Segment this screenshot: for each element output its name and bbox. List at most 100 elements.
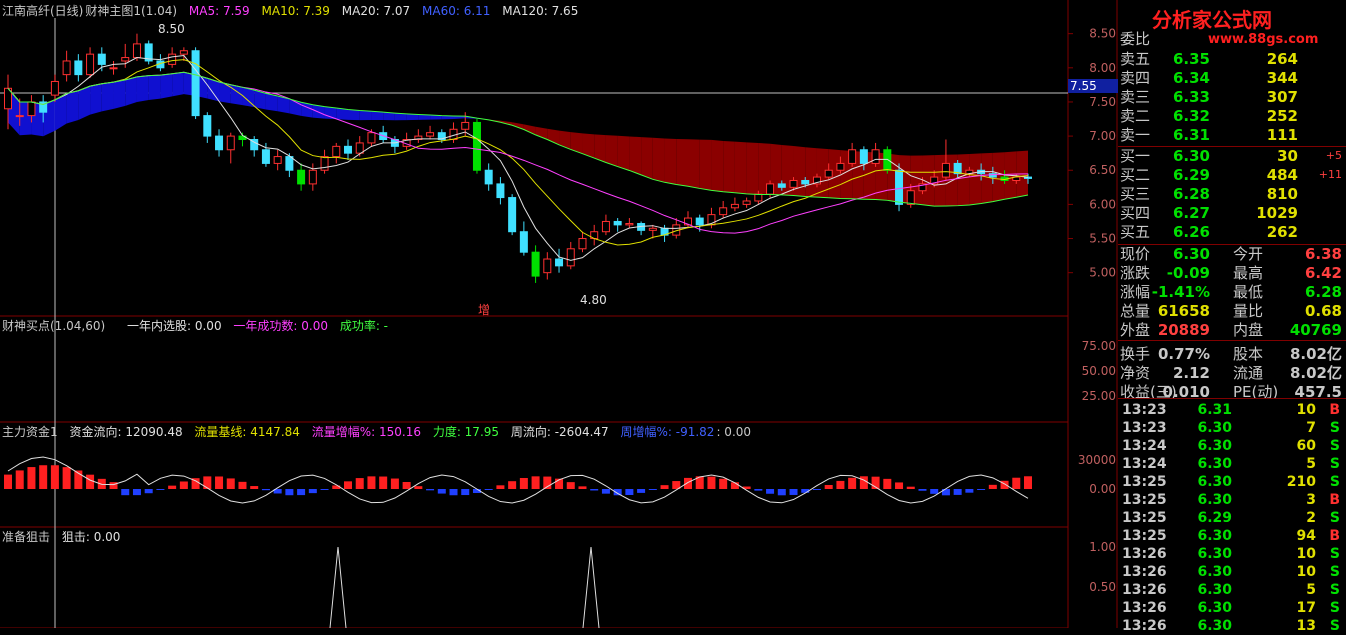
ma10-value: MA10: 7.39 bbox=[261, 4, 330, 18]
candle-body bbox=[496, 183, 505, 199]
flow-bar bbox=[930, 489, 939, 494]
flow-bar bbox=[1024, 476, 1032, 489]
candle bbox=[132, 33, 141, 61]
main-tick-label: 7.00 bbox=[1089, 129, 1116, 143]
panel3-name[interactable]: 主力资金1 bbox=[2, 425, 58, 439]
flow-bar bbox=[285, 489, 294, 496]
candle-body bbox=[555, 258, 564, 267]
buy-row: 买一 6.30 30 +5 bbox=[1118, 147, 1346, 165]
candle-body bbox=[508, 197, 517, 233]
sell-volume: 252 bbox=[1266, 107, 1298, 125]
panel4-name[interactable]: 准备狙击 bbox=[2, 530, 50, 544]
flow-bar bbox=[484, 489, 493, 490]
buy-label: 买四 bbox=[1120, 204, 1151, 222]
stat-value-2: 6.28 bbox=[1304, 283, 1342, 301]
candle bbox=[344, 139, 352, 160]
candle bbox=[203, 112, 212, 143]
flow-bar bbox=[883, 478, 892, 489]
panel3-e: 周流向: -2604.47 bbox=[510, 425, 609, 439]
stat-value-2: 6.38 bbox=[1304, 245, 1342, 263]
tick-side: S bbox=[1329, 564, 1340, 580]
sell-row: 卖四 6.34 344 bbox=[1118, 69, 1346, 87]
tick-row: 13:24 6.30 60 S bbox=[1118, 437, 1346, 455]
flow-bar bbox=[895, 482, 904, 489]
sell-row: 卖二 6.32 252 bbox=[1118, 107, 1346, 125]
tick-time: 13:25 bbox=[1122, 510, 1167, 526]
flow-bar bbox=[121, 489, 130, 496]
flow-bar bbox=[4, 474, 12, 489]
ribbon-segment bbox=[90, 83, 102, 115]
p2-tick-label: 50.00 bbox=[1082, 364, 1116, 378]
tick-row: 13:24 6.30 5 S bbox=[1118, 455, 1346, 473]
ma5-value: MA5: 7.59 bbox=[188, 4, 250, 18]
flow-bar bbox=[203, 476, 212, 489]
ribbon-segment bbox=[699, 139, 712, 191]
tick-time: 13:26 bbox=[1122, 600, 1167, 616]
flow-bar bbox=[62, 467, 71, 489]
candle bbox=[508, 194, 517, 236]
candle-body bbox=[109, 67, 118, 70]
stock-name[interactable]: 江南高纤(日线) bbox=[2, 4, 83, 18]
ribbon-segment bbox=[711, 139, 724, 192]
candle-body bbox=[461, 121, 470, 130]
candle-body bbox=[121, 57, 130, 62]
flow-bar bbox=[355, 478, 364, 489]
axis-ticks: 8.50 8.00 7.50 7.00 6.50 6.00 5.50 5.00 75.00 50.… bbox=[1068, 27, 1116, 594]
candle-body bbox=[15, 115, 24, 118]
p2-tick-label: 25.00 bbox=[1082, 389, 1116, 403]
stat-value: 2.12 bbox=[1172, 364, 1210, 382]
candle-body bbox=[895, 169, 904, 205]
tick-time: 13:24 bbox=[1122, 456, 1167, 472]
flow-bar bbox=[824, 484, 833, 489]
p3-tick-label: 30000 bbox=[1078, 453, 1116, 467]
candle bbox=[625, 218, 634, 229]
flow-bar bbox=[168, 485, 177, 489]
flow-bar bbox=[707, 476, 716, 489]
tick-row: 13:25 6.30 210 S bbox=[1118, 473, 1346, 491]
tick-price: 6.30 bbox=[1197, 600, 1232, 616]
stat-label-2: 最高 bbox=[1233, 264, 1264, 282]
tick-side: S bbox=[1329, 438, 1340, 454]
buy-volume: 810 bbox=[1266, 185, 1298, 203]
tick-volume: 5 bbox=[1306, 456, 1316, 472]
candle-body bbox=[308, 169, 317, 185]
candle-body bbox=[578, 238, 587, 250]
panel3-g: : 0.00 bbox=[716, 425, 752, 439]
tick-time: 13:26 bbox=[1122, 582, 1167, 598]
ribbon-segment bbox=[172, 72, 184, 97]
ribbon-segment bbox=[136, 75, 149, 103]
candle bbox=[215, 129, 224, 157]
price-tag: 7.55 bbox=[1068, 79, 1118, 93]
panel3-d: 力度: 17.95 bbox=[432, 425, 500, 439]
candle-body bbox=[191, 50, 200, 117]
flow-bar bbox=[437, 489, 446, 494]
flow-bar bbox=[918, 489, 927, 491]
flow-bar bbox=[953, 489, 962, 495]
ribbon-segment bbox=[371, 111, 384, 121]
ribbon-segment bbox=[113, 79, 126, 109]
tick-side: S bbox=[1329, 600, 1340, 616]
candle bbox=[86, 47, 95, 79]
stat-label: 涨跌 bbox=[1120, 264, 1151, 282]
ribbon-segment bbox=[219, 82, 231, 104]
tick-row: 13:23 6.30 7 S bbox=[1118, 419, 1346, 437]
candle bbox=[297, 163, 306, 191]
tick-volume: 10 bbox=[1296, 546, 1316, 562]
candle bbox=[273, 149, 282, 171]
candle-body bbox=[97, 53, 106, 65]
ribbon-segment bbox=[66, 90, 79, 124]
stat-value-2: 8.02亿 bbox=[1289, 364, 1342, 382]
stat-row: 净资 2.12 流通 8.02亿 bbox=[1118, 364, 1346, 382]
candle bbox=[414, 129, 423, 143]
stat-value: 61658 bbox=[1157, 302, 1210, 320]
flow-bar bbox=[637, 489, 646, 493]
panel2-name[interactable]: 财神买点(1.04,60) bbox=[2, 319, 105, 333]
main-header: 江南高纤(日线) 财神主图1(1.04) MA5: 7.59 MA10: 7.39… bbox=[2, 4, 586, 18]
candle-body bbox=[824, 169, 833, 178]
indicator-name[interactable]: 财神主图1(1.04) bbox=[85, 4, 177, 18]
candle-body bbox=[179, 50, 188, 55]
candle-body bbox=[836, 162, 845, 171]
tick-row: 13:25 6.30 3 B bbox=[1118, 491, 1346, 509]
flow-bar bbox=[965, 489, 974, 493]
candle bbox=[590, 224, 599, 246]
